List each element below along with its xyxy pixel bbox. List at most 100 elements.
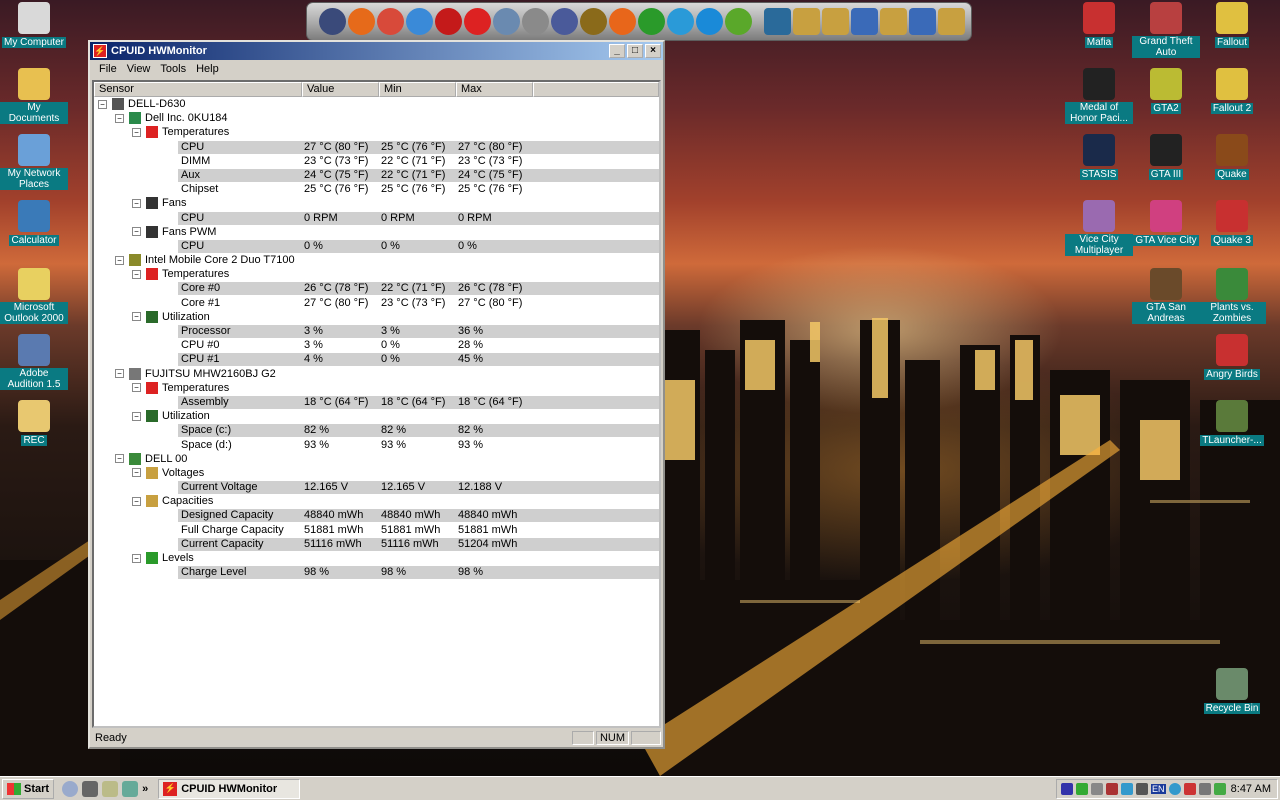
- sensor-group-row[interactable]: − FUJITSU MHW2160BJ G2: [94, 367, 659, 381]
- sensor-reading-row[interactable]: Space (c:) 82 % 82 % 82 %: [94, 423, 659, 438]
- dock-firefox-like-icon[interactable]: [319, 8, 346, 35]
- desktop-stasis-shortcut[interactable]: STASIS: [1065, 134, 1133, 180]
- antivirus-tray-icon[interactable]: [1183, 783, 1196, 795]
- menu-file[interactable]: File: [94, 63, 122, 75]
- sensor-reading-row[interactable]: Current Voltage 12.165 V 12.165 V 12.188 V: [94, 480, 659, 495]
- hwmonitor-tray-icon[interactable]: [1106, 783, 1118, 795]
- media-quicklaunch-icon[interactable]: [82, 780, 99, 797]
- sensor-reading-row[interactable]: Core #1 27 °C (80 °F) 23 °C (73 °F) 27 °C (…: [94, 296, 659, 310]
- sensor-reading-row[interactable]: DIMM 23 °C (73 °F) 22 °C (71 °F) 23 °C (73 …: [94, 154, 659, 168]
- dock-chrome-canary-icon[interactable]: [377, 8, 404, 35]
- language-indicator[interactable]: EN: [1151, 784, 1166, 794]
- sensor-group-row[interactable]: − Fans PWM: [94, 225, 659, 239]
- sensor-reading-row[interactable]: Assembly 18 °C (64 °F) 18 °C (64 °F) 18 °C …: [94, 395, 659, 409]
- desktop-quake3-shortcut[interactable]: Quake 3: [1198, 200, 1266, 246]
- desktop-gta-shortcut[interactable]: Grand Theft Auto: [1132, 2, 1200, 58]
- sensor-group-row[interactable]: − Temperatures: [94, 125, 659, 139]
- dock-firefox-icon[interactable]: [348, 8, 375, 35]
- sensor-group-row[interactable]: − Temperatures: [94, 381, 659, 395]
- collapse-toggle-icon[interactable]: −: [132, 269, 141, 279]
- notepad-quicklaunch-icon[interactable]: [102, 780, 119, 797]
- desktop-vice-city-multiplayer-shortcut[interactable]: Vice City Multiplayer: [1065, 200, 1133, 256]
- desktop-quake-shortcut[interactable]: Quake: [1198, 134, 1266, 180]
- network-tray-icon[interactable]: [1076, 783, 1088, 795]
- sensor-tree[interactable]: Sensor Value Min Max − DELL-D630− Dell Inc…: [92, 80, 661, 728]
- collapse-toggle-icon[interactable]: −: [132, 468, 141, 478]
- sensor-group-row[interactable]: − Dell Inc. 0KU184: [94, 111, 659, 125]
- volume-tray-icon[interactable]: [1091, 783, 1103, 795]
- collapse-toggle-icon[interactable]: −: [132, 127, 141, 137]
- start-button[interactable]: Start: [2, 778, 55, 799]
- dock-folder-shortcut-icon[interactable]: [938, 8, 965, 35]
- sensor-group-row[interactable]: − DELL-D630: [94, 97, 659, 111]
- menu-help[interactable]: Help: [191, 63, 224, 75]
- sensor-reading-row[interactable]: Designed Capacity 48840 mWh 48840 mWh 48840…: [94, 508, 659, 523]
- signal-tray-icon[interactable]: [1213, 783, 1226, 795]
- collapse-toggle-icon[interactable]: −: [132, 312, 141, 322]
- desktop-adobe-audition-shortcut[interactable]: Adobe Audition 1.5: [0, 334, 68, 390]
- sensor-reading-row[interactable]: Full Charge Capacity 51881 mWh 51881 mWh 51…: [94, 523, 659, 537]
- col-min[interactable]: Min: [379, 82, 456, 97]
- dock-folder-shortcut-icon[interactable]: [822, 8, 849, 35]
- quicklaunch-more[interactable]: »: [142, 783, 148, 795]
- desktop-gta2-shortcut[interactable]: GTA2: [1132, 68, 1200, 114]
- sensor-group-row[interactable]: − Levels: [94, 551, 659, 565]
- ie-quicklaunch-icon[interactable]: [62, 780, 79, 797]
- dock-origin-icon[interactable]: [609, 8, 636, 35]
- sensor-reading-row[interactable]: CPU 0 RPM 0 RPM 0 RPM: [94, 211, 659, 225]
- col-max[interactable]: Max: [456, 82, 533, 97]
- desktop-outlook-shortcut[interactable]: Microsoft Outlook 2000: [0, 268, 68, 324]
- dock-opera-icon[interactable]: [435, 8, 462, 35]
- sensor-reading-row[interactable]: Current Capacity 51116 mWh 51116 mWh 51204 …: [94, 537, 659, 551]
- collapse-toggle-icon[interactable]: −: [115, 454, 124, 464]
- dock-keyboard-icon[interactable]: [764, 8, 791, 35]
- dock-folders-icon[interactable]: [793, 8, 820, 35]
- clock[interactable]: 8:47 AM: [1231, 783, 1273, 795]
- dock-flash-icon[interactable]: [464, 8, 491, 35]
- collapse-toggle-icon[interactable]: −: [115, 255, 124, 265]
- desktop-gta-vice-city-shortcut[interactable]: GTA Vice City: [1132, 200, 1200, 246]
- window-titlebar[interactable]: ⚡ CPUID HWMonitor _ □ ×: [90, 42, 663, 60]
- collapse-toggle-icon[interactable]: −: [115, 369, 124, 379]
- desktop-mafia-shortcut[interactable]: Mafia: [1065, 2, 1133, 48]
- sensor-reading-row[interactable]: Core #0 26 °C (78 °F) 22 °C (71 °F) 26 °C (…: [94, 281, 659, 296]
- desktop-calculator-shortcut[interactable]: Calculator: [0, 200, 68, 246]
- dock-folder-shortcut-icon[interactable]: [880, 8, 907, 35]
- menu-view[interactable]: View: [122, 63, 156, 75]
- dock-chrome-icon[interactable]: [406, 8, 433, 35]
- sensor-reading-row[interactable]: CPU 0 % 0 % 0 %: [94, 239, 659, 253]
- sensor-group-row[interactable]: − DELL 00: [94, 452, 659, 466]
- desktop-angry-birds-shortcut[interactable]: Angry Birds: [1198, 334, 1266, 380]
- close-button[interactable]: ×: [645, 44, 661, 58]
- dock-folder-shortcut-icon[interactable]: [851, 8, 878, 35]
- show-desktop-icon[interactable]: [122, 780, 139, 797]
- minimize-button[interactable]: _: [609, 44, 625, 58]
- desktop-folder-shortcut[interactable]: REC: [0, 400, 68, 446]
- collapse-toggle-icon[interactable]: −: [132, 383, 141, 393]
- col-sensor[interactable]: Sensor: [94, 82, 302, 97]
- usb-tray-icon[interactable]: [1198, 783, 1211, 795]
- dock-telegram-icon[interactable]: [667, 8, 694, 35]
- sensor-group-row[interactable]: − Temperatures: [94, 267, 659, 281]
- dock-folder-shortcut-icon[interactable]: [909, 8, 936, 35]
- sensor-reading-row[interactable]: CPU #1 4 % 0 % 45 %: [94, 352, 659, 367]
- sensor-group-row[interactable]: − Utilization: [94, 409, 659, 423]
- dock-icq-icon[interactable]: [638, 8, 665, 35]
- desktop-tlauncher-shortcut[interactable]: TLauncher-...: [1198, 400, 1266, 446]
- shield-tray-icon[interactable]: [1061, 783, 1073, 795]
- keyboard-tray-icon[interactable]: [1136, 783, 1148, 795]
- desktop-fallout-shortcut[interactable]: Fallout: [1198, 2, 1266, 48]
- sensor-reading-row[interactable]: CPU #0 3 % 0 % 28 %: [94, 338, 659, 352]
- sensor-reading-row[interactable]: Processor 3 % 3 % 36 %: [94, 324, 659, 338]
- taskbar-hwmonitor-button[interactable]: ⚡ CPUID HWMonitor: [158, 778, 301, 799]
- col-value[interactable]: Value: [302, 82, 379, 97]
- desktop-my-computer-shortcut[interactable]: My Computer: [0, 2, 68, 48]
- sensor-reading-row[interactable]: Space (d:) 93 % 93 % 93 %: [94, 438, 659, 452]
- sensor-group-row[interactable]: − Utilization: [94, 310, 659, 324]
- sensor-group-row[interactable]: − Fans: [94, 196, 659, 210]
- desktop-medal-of-honor-shortcut[interactable]: Medal of Honor Paci...: [1065, 68, 1133, 124]
- sensor-reading-row[interactable]: CPU 27 °C (80 °F) 25 °C (76 °F) 27 °C (80 °…: [94, 140, 659, 154]
- dock-utorrent-icon[interactable]: [725, 8, 752, 35]
- sensor-group-row[interactable]: − Intel Mobile Core 2 Duo T7100: [94, 253, 659, 267]
- sensor-reading-row[interactable]: Chipset 25 °C (76 °F) 25 °C (76 °F) 25 °C (…: [94, 182, 659, 196]
